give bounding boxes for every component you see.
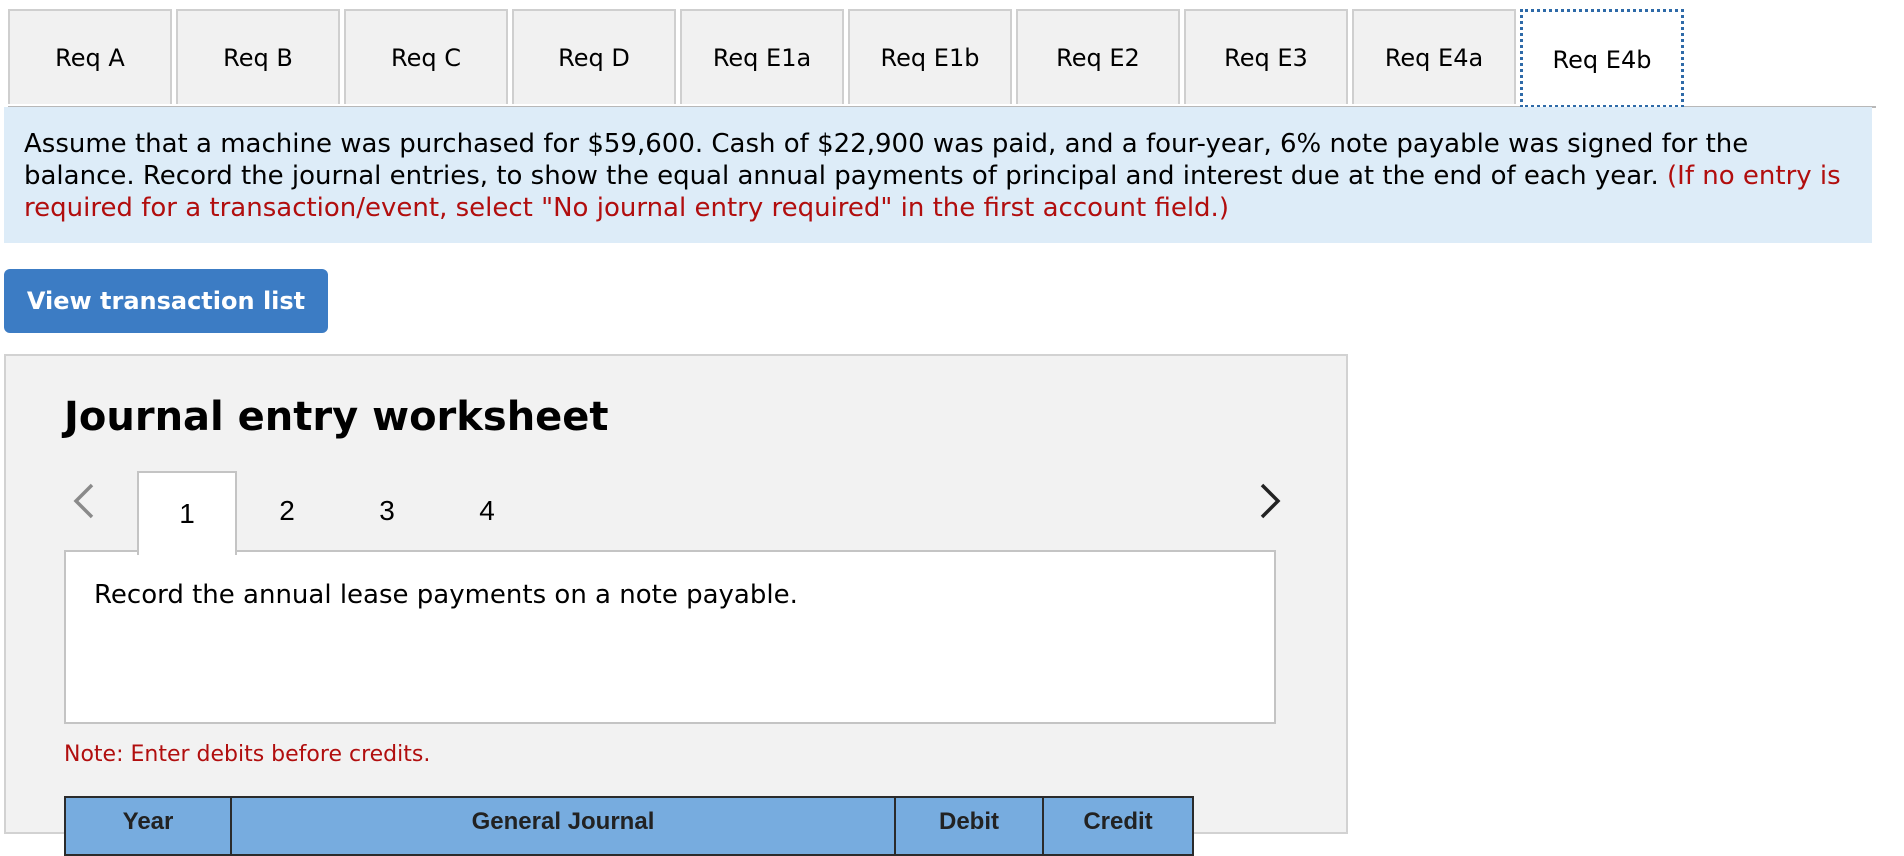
requirement-tabs: Req A Req B Req C Req D Req E1a Req E1b … bbox=[8, 9, 1876, 108]
column-header-credit: Credit bbox=[1083, 808, 1153, 835]
entry-tab-2[interactable]: 2 bbox=[237, 471, 337, 551]
entry-tabs: 1 2 3 4 bbox=[64, 471, 1270, 555]
tab-req-e1a[interactable]: Req E1a bbox=[680, 9, 844, 104]
entry-tab-3[interactable]: 3 bbox=[337, 471, 437, 551]
journal-entry-worksheet: Journal entry worksheet 1 2 3 4 Record t… bbox=[4, 354, 1348, 856]
instructions-panel: Assume that a machine was purchased for … bbox=[4, 107, 1872, 243]
tab-req-e1b[interactable]: Req E1b bbox=[848, 9, 1012, 104]
tab-req-e3[interactable]: Req E3 bbox=[1184, 9, 1348, 104]
column-header-year: Year bbox=[66, 798, 232, 854]
tab-req-b[interactable]: Req B bbox=[176, 9, 340, 104]
entry-tab-4[interactable]: 4 bbox=[437, 471, 537, 551]
tab-req-e2[interactable]: Req E2 bbox=[1016, 9, 1180, 104]
tab-req-d[interactable]: Req D bbox=[512, 9, 676, 104]
journal-table-header: Year General Journal Debit Credit bbox=[64, 796, 1194, 856]
tab-req-e4b[interactable]: Req E4b bbox=[1520, 9, 1684, 108]
column-header-debit: Debit bbox=[896, 798, 1044, 854]
column-header-general-journal: General Journal bbox=[232, 798, 896, 854]
entry-description-box: Record the annual lease payments on a no… bbox=[64, 550, 1276, 724]
tab-req-c[interactable]: Req C bbox=[344, 9, 508, 104]
entry-note: Note: Enter debits before credits. bbox=[64, 742, 431, 767]
tab-req-a[interactable]: Req A bbox=[8, 9, 172, 104]
instructions-text: Assume that a machine was purchased for … bbox=[24, 129, 1749, 191]
view-transaction-list-button[interactable]: View transaction list bbox=[4, 269, 328, 333]
worksheet-title: Journal entry worksheet bbox=[64, 394, 609, 440]
tab-req-e4a[interactable]: Req E4a bbox=[1352, 9, 1516, 104]
entry-tab-1[interactable]: 1 bbox=[137, 471, 237, 555]
entry-description: Record the annual lease payments on a no… bbox=[94, 580, 798, 610]
chevron-right-icon[interactable] bbox=[1250, 476, 1290, 526]
